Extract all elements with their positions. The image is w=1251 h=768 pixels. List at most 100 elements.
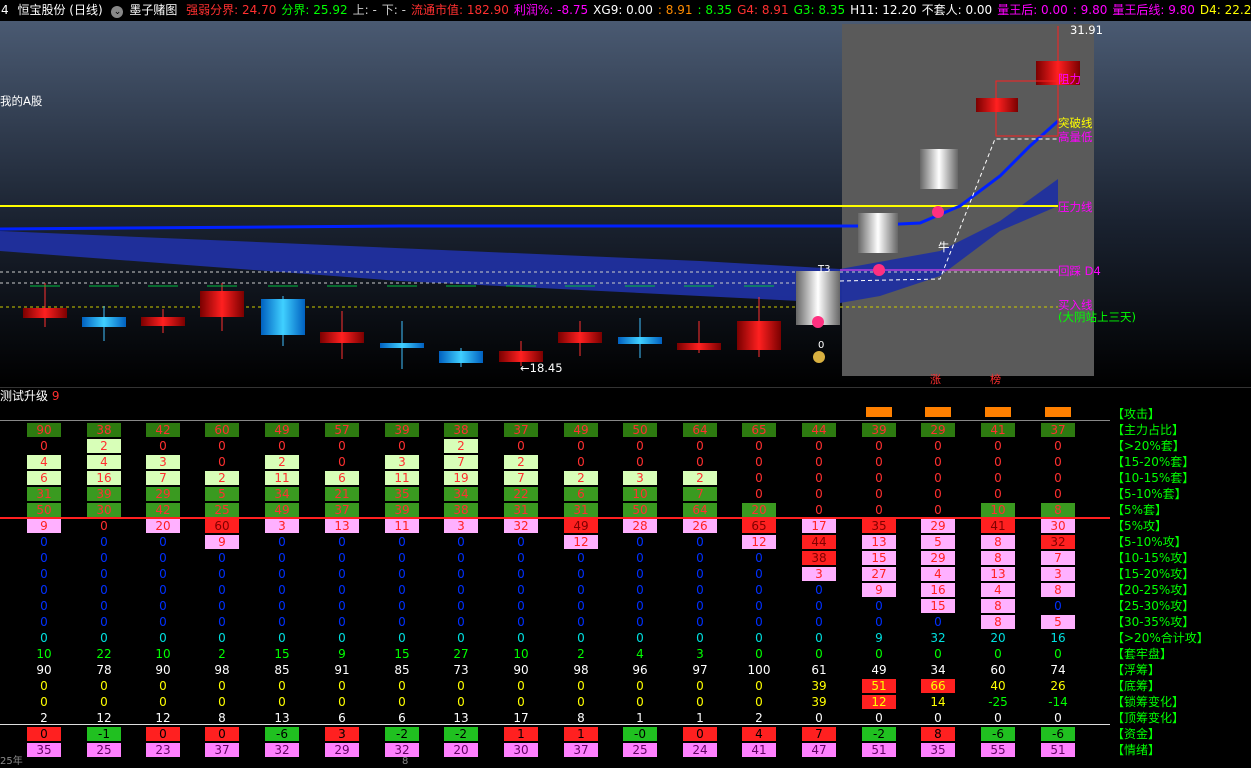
indicator-value-16: D4: 22.22	[1199, 3, 1251, 17]
table-cell: 9	[862, 583, 896, 597]
stock-code: 4	[1, 3, 9, 17]
table-cell: 9	[338, 647, 346, 661]
table-cell: 0	[278, 631, 286, 645]
table-cell: 32	[265, 743, 299, 757]
table-cell: 0	[40, 679, 48, 693]
candle[interactable]	[737, 321, 781, 350]
table-cell: 0	[577, 567, 585, 581]
table-cell: 1	[504, 727, 538, 741]
table-cell: 61	[811, 663, 827, 677]
table-cell: 0	[278, 615, 286, 629]
table-cell: 0	[636, 439, 644, 453]
table-cell: 0	[696, 679, 704, 693]
table-cell: 66	[921, 679, 955, 693]
table-cell: 0	[159, 695, 167, 709]
table-cell: 0	[755, 567, 763, 581]
table-cell: 65	[742, 519, 776, 533]
candle[interactable]	[200, 291, 244, 317]
table-cell: 73	[453, 663, 469, 677]
table-cell: 0	[815, 711, 823, 725]
candle-red-2[interactable]	[976, 98, 1018, 112]
table-cell: 4	[742, 727, 776, 741]
table-cell: 0	[398, 439, 406, 453]
table-cell: 0	[457, 615, 465, 629]
candle[interactable]	[558, 332, 602, 343]
top-separator	[0, 420, 1110, 421]
table-cell: 42	[146, 423, 180, 437]
candle[interactable]	[380, 343, 424, 348]
chevron-down-icon[interactable]: ⌄	[111, 6, 124, 18]
table-cell: 37	[564, 743, 598, 757]
candle[interactable]	[23, 308, 67, 318]
kline-chart[interactable]: 我的A股 31.91 ←18.45 T3 0 牛 阻力 突破线 高量低 压力线 …	[0, 21, 1251, 386]
row-label: 【情绪】	[1112, 743, 1161, 757]
table-cell: 4	[981, 583, 1015, 597]
table-cell: 44	[802, 423, 836, 437]
table-cell: 39	[862, 423, 896, 437]
table-cell: 0	[815, 471, 823, 485]
table-cell: 4	[921, 567, 955, 581]
candle-white-1[interactable]	[920, 149, 958, 189]
table-cell: 0	[815, 631, 823, 645]
candle[interactable]	[261, 299, 305, 335]
table-cell: 0	[696, 535, 704, 549]
table-cell: 0	[577, 695, 585, 709]
left-label: 我的A股	[0, 94, 43, 108]
table-cell: 0	[457, 567, 465, 581]
table-cell: 0	[218, 615, 226, 629]
table-cell: 85	[274, 663, 290, 677]
table-cell: 0	[159, 615, 167, 629]
table-cell: -2	[444, 727, 478, 741]
row-label: 【>20%合计攻】	[1112, 631, 1209, 645]
table-cell: 13	[453, 711, 469, 725]
table-cell: 20	[990, 631, 1006, 645]
table-cell: 8	[981, 615, 1015, 629]
table-cell: -2	[862, 727, 896, 741]
table-cell: 1	[696, 711, 704, 725]
table-cell: 0	[218, 583, 226, 597]
signal-icon-1	[932, 206, 944, 218]
candle[interactable]	[439, 351, 483, 363]
table-cell: 0	[100, 535, 108, 549]
table-cell: 27	[862, 567, 896, 581]
table-cell: 22	[504, 487, 538, 501]
table-cell: 0	[636, 615, 644, 629]
table-cell: 91	[334, 663, 350, 677]
table-cell: 37	[504, 423, 538, 437]
table-cell: 0	[100, 567, 108, 581]
stock-name[interactable]: 恒宝股份 (日线)	[17, 3, 102, 17]
table-cell: 0	[755, 487, 763, 501]
time-axis: 25年 8	[0, 756, 1251, 768]
table-cell: 2	[577, 647, 585, 661]
row-label: 【25-30%攻】	[1112, 599, 1195, 613]
table-cell: 60	[205, 519, 239, 533]
formula-name[interactable]: 墨子赌图	[129, 3, 177, 17]
table-cell: 2	[755, 711, 763, 725]
candle[interactable]	[320, 332, 364, 343]
candle-white-2[interactable]	[858, 213, 898, 253]
table-cell: 0	[696, 599, 704, 613]
table-cell: 49	[564, 519, 598, 533]
candle[interactable]	[618, 337, 662, 344]
t3-label: T3	[818, 264, 831, 275]
table-cell: 20	[742, 503, 776, 517]
table-cell: 26	[683, 519, 717, 533]
table-cell: 41	[742, 743, 776, 757]
indicator-value-2: 上: -	[352, 3, 377, 17]
table-cell: 0	[205, 727, 239, 741]
table-cell: 0	[159, 583, 167, 597]
candle[interactable]	[141, 317, 185, 326]
table-cell: 6	[338, 711, 346, 725]
indicator-value-1: 分界: 25.92	[281, 3, 348, 17]
candle[interactable]	[82, 317, 126, 327]
label-d4: 回踩 D4	[1058, 264, 1101, 278]
table-cell: 0	[577, 631, 585, 645]
table-cell: 0	[100, 519, 108, 533]
table-cell: 9	[205, 535, 239, 549]
candle[interactable]	[677, 343, 721, 350]
table-cell: 9	[875, 631, 883, 645]
indicator-value-4: 流通市值: 182.90	[411, 3, 509, 17]
table-cell: 0	[875, 503, 883, 517]
table-cell: 26	[1050, 679, 1066, 693]
table-cell: 0	[398, 535, 406, 549]
